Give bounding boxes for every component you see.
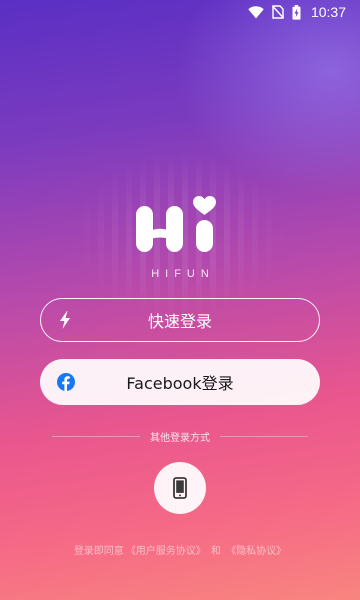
facebook-login-label: Facebook登录 <box>126 374 234 393</box>
quick-login-label: 快速登录 <box>147 312 212 331</box>
hifun-logo <box>130 192 230 254</box>
other-login-divider: 其他登录方式 <box>52 429 308 444</box>
no-sim-icon <box>271 5 284 19</box>
privacy-agreement-link[interactable]: 《隐私协议》 <box>226 546 286 557</box>
facebook-icon <box>57 373 75 391</box>
facebook-login-button[interactable]: Facebook登录 <box>40 359 320 405</box>
agreement-prefix: 登录即同意 <box>73 546 124 557</box>
brand-name: HIFUN <box>151 268 215 280</box>
status-bar: 10:37 <box>0 0 360 24</box>
user-agreement-link[interactable]: 《用户服务协议》 <box>126 546 206 557</box>
divider-line-left <box>52 435 140 437</box>
phone-icon <box>173 477 187 499</box>
phone-login-button[interactable] <box>154 462 206 514</box>
wifi-icon <box>248 5 264 19</box>
battery-charging-icon <box>292 4 301 20</box>
lightning-icon <box>59 311 71 329</box>
agreement-conjunction: 和 <box>211 546 221 557</box>
quick-login-button[interactable]: 快速登录 <box>40 298 320 342</box>
other-login-label: 其他登录方式 <box>150 432 210 444</box>
status-time: 10:37 <box>310 4 346 20</box>
divider-line-right <box>220 435 308 437</box>
agreement-text: 登录即同意 《用户服务协议》 和 《隐私协议》 <box>0 542 360 557</box>
